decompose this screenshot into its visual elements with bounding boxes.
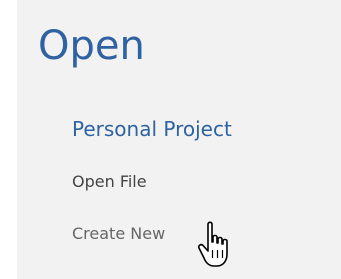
menu-item-open-file[interactable]: Open File: [72, 170, 147, 194]
menu-item-create-new[interactable]: Create New: [72, 222, 165, 246]
menu-item-personal-project[interactable]: Personal Project: [72, 114, 232, 144]
panel-title: Open: [38, 23, 145, 69]
